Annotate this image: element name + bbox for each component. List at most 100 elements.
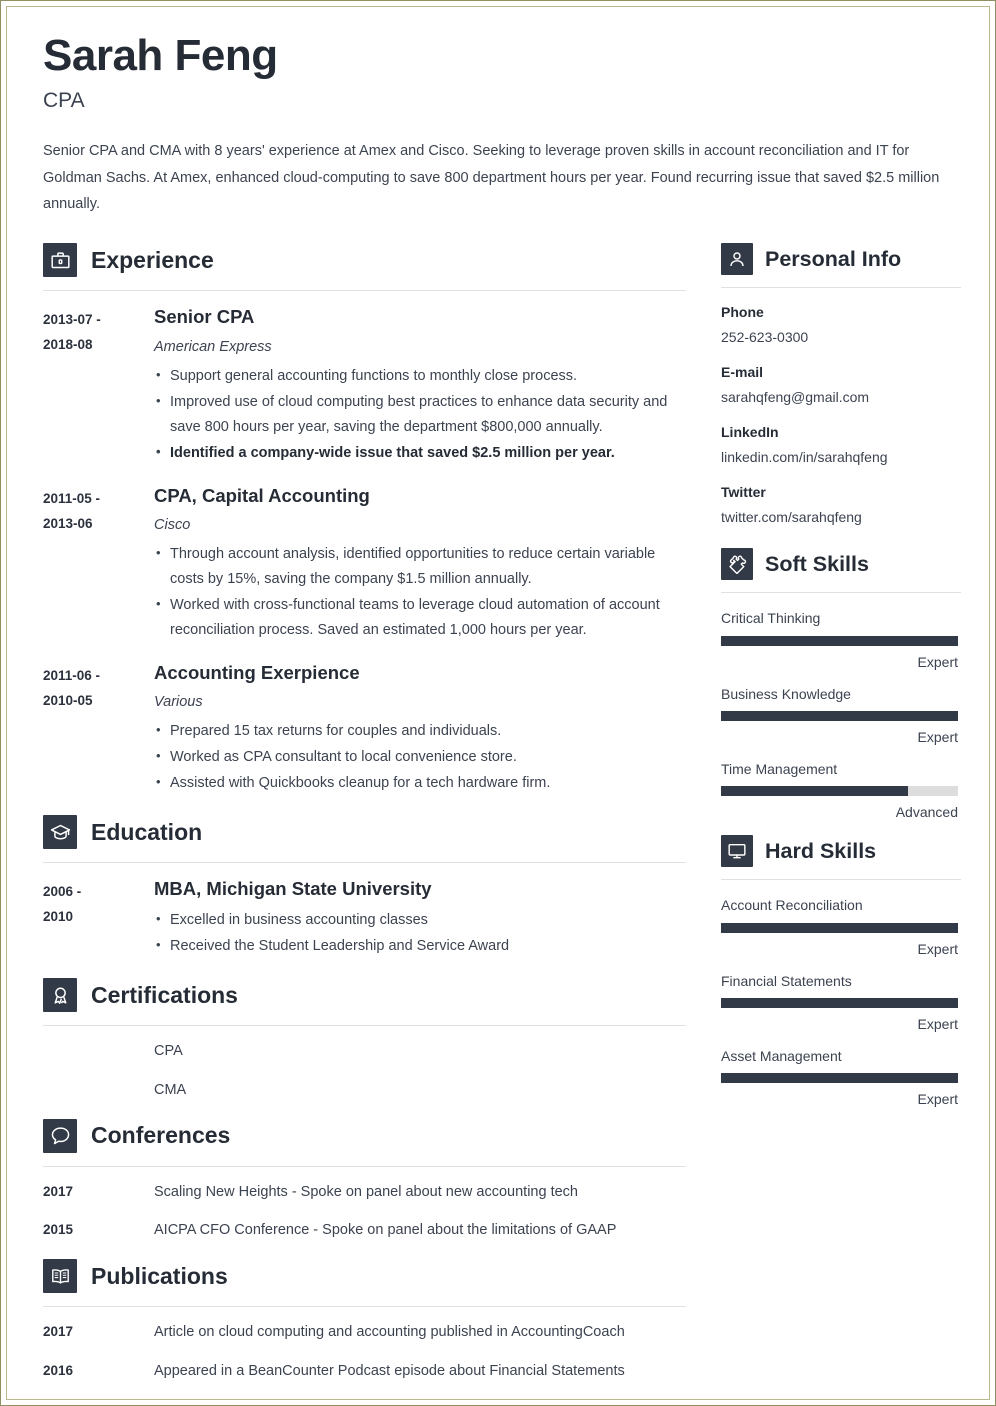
skill-bar-fill	[721, 786, 909, 797]
skill-item: Business Knowledge Expert	[721, 685, 961, 746]
graduation-cap-icon	[43, 815, 77, 850]
info-field-linkedin: LinkedIn linkedin.com/in/sarahqfeng	[721, 424, 961, 466]
bullet-item: Prepared 15 tax returns for couples and …	[154, 719, 686, 744]
conference-row: 2015 AICPA CFO Conference - Spoke on pan…	[43, 1220, 686, 1242]
entry-bullets: Through account analysis, identified opp…	[154, 542, 686, 643]
row-text: Scaling New Heights - Spoke on panel abo…	[154, 1183, 578, 1200]
entry-date-end: 2010-05	[43, 692, 93, 708]
skill-bar-track	[721, 922, 958, 933]
row-date: 2017	[43, 1183, 74, 1199]
entry-body: Senior CPA American Express Support gene…	[147, 306, 686, 466]
bullet-item: Worked with cross-functional teams to le…	[154, 593, 686, 643]
section-soft-skills: Soft Skills Critical Thinking Expert Bus…	[721, 548, 961, 821]
entry-body: CPA, Capital Accounting Cisco Through ac…	[147, 485, 686, 644]
candidate-name: Sarah Feng	[43, 31, 278, 80]
section-header-conferences: Conferences	[43, 1118, 686, 1153]
publication-row: 2017 Article on cloud computing and acco…	[43, 1322, 686, 1344]
section-experience: Experience 2013-07 - 2018-08 Senior CPA …	[43, 243, 686, 797]
briefcase-icon	[43, 243, 77, 278]
resume-content: Sarah Feng CPA Senior CPA and CMA with 8…	[7, 7, 989, 1399]
section-header-soft-skills: Soft Skills	[721, 548, 961, 581]
candidate-job-title: CPA	[43, 89, 85, 113]
skill-bar-fill	[721, 710, 958, 721]
section-title-experience: Experience	[91, 246, 214, 273]
bullet-item: Through account analysis, identified opp…	[154, 542, 686, 592]
skill-name: Financial Statements	[721, 972, 852, 989]
entry-date-end: 2010	[43, 909, 74, 925]
section-rule	[43, 862, 686, 864]
entry-bullets: Support general accounting functions to …	[154, 364, 686, 466]
skill-level: Expert	[917, 940, 958, 957]
profile-summary: Senior CPA and CMA with 8 years' experie…	[43, 143, 940, 213]
bullet-item: Identified a company-wide issue that sav…	[154, 441, 686, 466]
section-certifications: Certifications CPA CMA	[43, 978, 686, 1102]
entry-title: CPA, Capital Accounting	[154, 484, 370, 506]
main-column: Experience 2013-07 - 2018-08 Senior CPA …	[43, 243, 686, 1399]
section-hard-skills: Hard Skills Account Reconciliation Exper…	[721, 835, 961, 1108]
open-book-icon	[43, 1259, 77, 1294]
skill-bar-track	[721, 710, 958, 721]
skill-name: Account Reconciliation	[721, 897, 863, 914]
skill-name: Asset Management	[721, 1048, 842, 1065]
row-text: Article on cloud computing and accountin…	[154, 1324, 625, 1341]
info-label: E-mail	[721, 364, 764, 381]
skill-level: Expert	[917, 728, 958, 745]
puzzle-piece-icon	[721, 548, 753, 581]
section-title-certifications: Certifications	[91, 981, 238, 1008]
entry-title: Senior CPA	[154, 306, 255, 328]
entry-organization: Various	[154, 694, 203, 711]
bullet-item: Received the Student Leadership and Serv…	[154, 934, 686, 959]
row-date: 2016	[43, 1362, 74, 1378]
entry-title: MBA, Michigan State University	[154, 878, 432, 900]
info-value[interactable]: twitter.com/sarahqfeng	[721, 508, 961, 526]
entry-date: 2011-05 - 2013-06	[43, 485, 147, 537]
section-education: Education 2006 - 2010 MBA, Michigan Stat…	[43, 815, 686, 960]
section-rule	[43, 1025, 686, 1027]
section-header-education: Education	[43, 815, 686, 850]
section-rule	[721, 879, 961, 881]
section-header-experience: Experience	[43, 243, 686, 278]
skill-level: Expert	[917, 1016, 958, 1033]
entry-organization: Cisco	[154, 516, 191, 533]
skill-bar-track	[721, 635, 958, 646]
row-date: 2015	[43, 1222, 74, 1238]
section-conferences: Conferences 2017 Scaling New Heights - S…	[43, 1118, 686, 1243]
skill-item: Financial Statements Expert	[721, 972, 961, 1033]
entry-date-start: 2013-07 -	[43, 312, 101, 328]
skill-bar-fill	[721, 1073, 958, 1084]
section-title-publications: Publications	[91, 1262, 228, 1289]
entry-date-end: 2018-08	[43, 337, 93, 353]
bullet-item: Improved use of cloud computing best pra…	[154, 390, 686, 440]
row-text: Appeared in a BeanCounter Podcast episod…	[154, 1362, 625, 1379]
skill-bar-fill	[721, 998, 958, 1009]
entry-bullets: Excelled in business accounting classes …	[154, 908, 686, 959]
skill-bar-track	[721, 998, 958, 1009]
info-label: Twitter	[721, 484, 766, 501]
experience-entry: 2011-06 - 2010-05 Accounting Exerpience …	[43, 662, 686, 797]
info-field-twitter: Twitter twitter.com/sarahqfeng	[721, 484, 961, 526]
education-entry: 2006 - 2010 MBA, Michigan State Universi…	[43, 878, 686, 960]
entry-date: 2011-06 - 2010-05	[43, 662, 147, 714]
conference-row: 2017 Scaling New Heights - Spoke on pane…	[43, 1182, 686, 1204]
monitor-icon	[721, 835, 753, 868]
info-label: Phone	[721, 304, 764, 321]
skill-item: Time Management Advanced	[721, 760, 961, 821]
entry-date: 2013-07 - 2018-08	[43, 306, 147, 358]
section-title-soft-skills: Soft Skills	[765, 551, 869, 576]
entry-date-end: 2013-06	[43, 515, 93, 531]
info-value: 252-623-0300	[721, 329, 809, 346]
section-rule	[721, 287, 961, 289]
skill-name: Time Management	[721, 761, 838, 778]
section-rule	[43, 1165, 686, 1167]
entry-date-start: 2011-06 -	[43, 667, 101, 683]
experience-entry: 2013-07 - 2018-08 Senior CPA American Ex…	[43, 306, 686, 466]
award-ribbon-icon	[43, 978, 77, 1013]
row-text: CMA	[154, 1081, 187, 1098]
experience-entry: 2011-05 - 2013-06 CPA, Capital Accountin…	[43, 485, 686, 644]
entry-date-start: 2006 -	[43, 884, 82, 900]
section-header-publications: Publications	[43, 1259, 686, 1294]
info-value[interactable]: linkedin.com/in/sarahqfeng	[721, 448, 961, 466]
skill-level: Advanced	[895, 804, 958, 821]
skill-item: Critical Thinking Expert	[721, 609, 961, 670]
row-text: CPA	[154, 1043, 183, 1060]
